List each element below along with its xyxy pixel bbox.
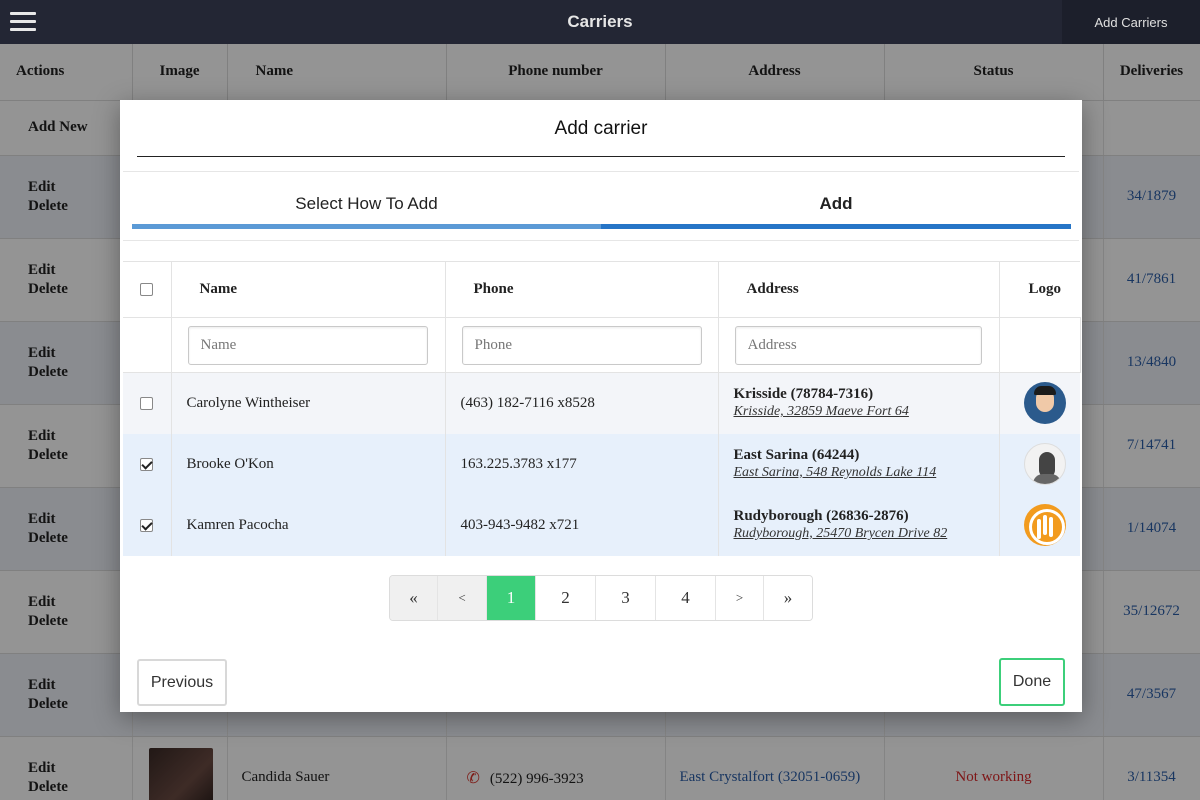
table-row[interactable]: Kamren Pacocha 403-943-9482 x721 Rudybor…: [123, 494, 1080, 556]
address-title: Krisside (78784-7316): [733, 386, 874, 403]
pagination: « < 1 2 3 4 > »: [389, 575, 813, 621]
step-select-how-to-add[interactable]: Select How To Add: [132, 194, 601, 214]
address-title: Rudyborough (26836-2876): [733, 508, 909, 524]
row-checkbox[interactable]: [140, 518, 154, 532]
carrier-phone: 403-943-9482 x721: [445, 494, 719, 556]
next-page-button[interactable]: >: [716, 576, 764, 620]
carrier-name: Carolyne Wintheiser: [171, 372, 446, 434]
column-name[interactable]: Name: [171, 261, 446, 318]
carrier-name: Kamren Pacocha: [171, 494, 446, 556]
modal-title: Add carrier: [137, 118, 1065, 157]
name-filter-input[interactable]: [187, 325, 428, 365]
page-1-button[interactable]: 1: [487, 576, 536, 620]
cactus-logo-icon: [1023, 504, 1066, 546]
address-link[interactable]: Krisside, 32859 Maeve Fort 64: [734, 403, 999, 421]
prev-page-button[interactable]: <: [438, 576, 487, 620]
previous-button[interactable]: Previous: [137, 659, 227, 706]
column-phone[interactable]: Phone: [445, 261, 719, 318]
stepper: Select How To Add Add: [123, 171, 1079, 241]
page-2-button[interactable]: 2: [536, 576, 596, 620]
first-page-button[interactable]: «: [390, 576, 438, 620]
phone-filter-input[interactable]: [461, 325, 702, 365]
carrier-name: Brooke O'Kon: [171, 433, 446, 495]
address-filter-input[interactable]: [734, 325, 982, 365]
select-all-checkbox[interactable]: [140, 283, 154, 296]
done-button[interactable]: Done: [999, 658, 1065, 706]
last-page-button[interactable]: »: [764, 576, 812, 620]
page-title: Carriers: [567, 12, 633, 31]
row-checkbox[interactable]: [140, 457, 154, 471]
page-3-button[interactable]: 3: [596, 576, 656, 620]
top-bar: Carriers Add Carriers: [0, 0, 1200, 44]
page-4-button[interactable]: 4: [656, 576, 716, 620]
carrier-phone: (463) 182-7116 x8528: [445, 372, 719, 434]
man-photo-avatar-icon: [1023, 443, 1066, 485]
address-title: East Sarina (64244): [733, 447, 860, 463]
column-address[interactable]: Address: [718, 261, 1000, 318]
column-logo: Logo: [999, 261, 1080, 318]
table-row[interactable]: Brooke O'Kon 163.225.3783 x177 East Sari…: [123, 433, 1080, 495]
add-carriers-button[interactable]: Add Carriers: [1062, 0, 1200, 44]
address-link[interactable]: East Sarina, 548 Reynolds Lake 114: [734, 464, 999, 482]
carrier-phone: 163.225.3783 x177: [445, 433, 719, 495]
carrier-select-table: Name Phone Address Logo Carolyne Winthei…: [123, 261, 1081, 556]
step-progress-bar-1: [132, 224, 601, 229]
step-add[interactable]: Add: [601, 194, 1071, 214]
add-carrier-modal: Add carrier Select How To Add Add Name P…: [120, 100, 1082, 712]
bearded-man-avatar-icon: [1023, 382, 1066, 425]
table-row[interactable]: Carolyne Wintheiser (463) 182-7116 x8528…: [123, 372, 1080, 434]
row-checkbox[interactable]: [140, 396, 154, 410]
address-link[interactable]: Rudyborough, 25470 Brycen Drive 82: [734, 525, 999, 543]
step-progress-bar-2: [601, 224, 1071, 229]
